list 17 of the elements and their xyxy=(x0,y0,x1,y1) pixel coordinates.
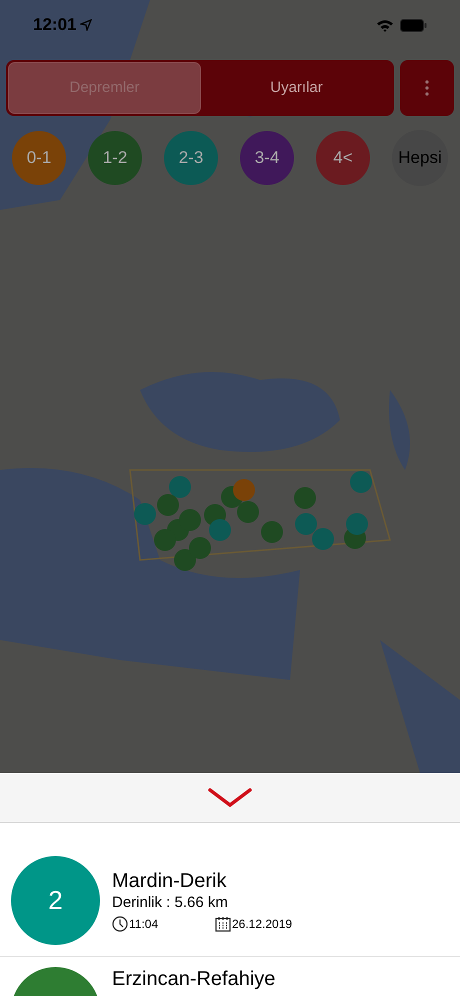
clock-icon xyxy=(112,916,128,932)
status-time: 12:01 xyxy=(33,14,76,36)
location-arrow-icon xyxy=(80,19,92,31)
chevron-down-icon xyxy=(207,786,253,808)
segment-tab[interactable]: Uyarılar xyxy=(201,62,392,114)
location-title: Mardin-Derik xyxy=(112,868,228,892)
date-text: 26.12.2019 xyxy=(232,916,292,932)
magnitude-badge: 2 xyxy=(11,856,100,945)
battery-icon xyxy=(400,18,427,32)
collapse-bar[interactable] xyxy=(0,773,460,823)
depth-text: Derinlik : 5.66 km xyxy=(112,892,229,912)
wifi-icon xyxy=(376,18,394,32)
time-text: 11:04 xyxy=(129,916,160,932)
more-vertical-icon xyxy=(425,80,429,96)
location-title: Erzincan-Refahiye xyxy=(112,967,276,991)
calendar-icon xyxy=(215,916,231,932)
more-menu-button[interactable] xyxy=(400,60,454,116)
